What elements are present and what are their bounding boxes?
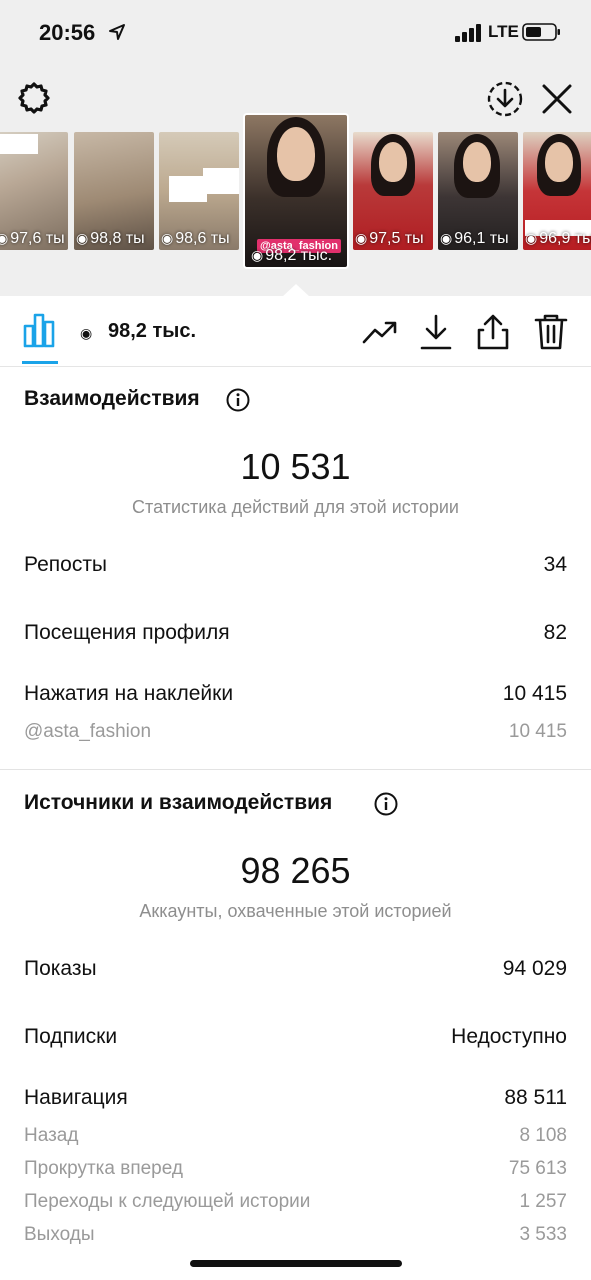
download-icon[interactable] xyxy=(416,312,456,352)
story-thumbnail[interactable]: ◉ 98,6 ты xyxy=(159,132,239,250)
story-thumbnail[interactable]: ◉ 97,6 ты xyxy=(0,132,68,250)
stat-sub-value: 8 108 xyxy=(519,1125,567,1146)
bar-chart-icon[interactable] xyxy=(22,312,58,348)
story-thumbnail[interactable]: ◉ 98,8 ты xyxy=(74,132,154,250)
share-icon[interactable] xyxy=(473,312,513,352)
thumbnail-views: ◉ 98,8 ты xyxy=(76,230,145,247)
tab-underline xyxy=(22,361,58,364)
story-viewer-header: 20:56 LTE ◉ 97,6 ты ◉ 98,8 ты ◉ 98,6 ты … xyxy=(0,0,591,297)
stat-label: Посещения профиля xyxy=(24,621,230,644)
interactions-title: Взаимодействия xyxy=(24,387,200,410)
discovery-total: 98 265 xyxy=(240,850,351,891)
trash-icon[interactable] xyxy=(531,312,571,352)
interactions-caption: Статистика действий для этой истории xyxy=(132,497,459,517)
save-story-icon[interactable] xyxy=(484,78,526,120)
stat-sub-label: Выходы xyxy=(24,1224,95,1245)
story-thumbnail[interactable]: ◉ 96,9 ты xyxy=(523,132,591,250)
eye-icon: ◉ xyxy=(0,230,9,246)
thumbnail-views: ◉ 96,1 ты xyxy=(440,230,509,247)
close-icon[interactable] xyxy=(536,78,578,120)
stat-value: 94 029 xyxy=(502,957,567,980)
stat-sub-value: 1 257 xyxy=(519,1191,567,1212)
stat-value: Недоступно xyxy=(451,1025,567,1048)
stat-sub-value: 3 533 xyxy=(519,1224,567,1245)
eye-icon: ◉ xyxy=(76,230,89,246)
story-thumbnail[interactable]: ◉ 97,5 ты xyxy=(353,132,433,250)
thumbnail-art xyxy=(463,142,491,182)
info-icon[interactable] xyxy=(226,388,250,412)
status-bar: 20:56 LTE xyxy=(0,0,591,64)
thumbnail-banner xyxy=(203,168,239,194)
stat-sub-label: Переходы к следующей истории xyxy=(24,1191,311,1212)
thumbnail-art xyxy=(545,142,573,182)
signal-icon xyxy=(455,24,481,42)
stat-sub-value: 75 613 xyxy=(508,1158,567,1179)
thumbnail-banner xyxy=(169,176,207,202)
eye-icon: ◉ xyxy=(440,230,453,246)
stat-sub-label: @asta_fashion xyxy=(24,721,152,742)
stat-value: 34 xyxy=(543,553,567,576)
stat-sub-label: Назад xyxy=(24,1125,79,1146)
stat-sub-value: 10 415 xyxy=(508,721,567,742)
stat-value: 82 xyxy=(543,621,567,644)
discovery-caption: Аккаунты, охваченные этой историей xyxy=(139,901,452,921)
thumbnail-views: ◉ 98,2 тыс. xyxy=(251,247,333,264)
thumbnail-views: ◉ 97,5 ты xyxy=(355,230,424,247)
thumbnail-banner xyxy=(0,134,38,154)
stat-label: Показы xyxy=(24,957,97,980)
action-bar: ◉ 98,2 тыс. xyxy=(0,296,591,367)
thumbnail-views: ◉ 97,6 ты xyxy=(0,230,65,248)
section-divider xyxy=(0,769,591,770)
location-arrow-icon xyxy=(109,24,125,40)
eye-icon: ◉ xyxy=(355,230,368,246)
stat-value: 88 511 xyxy=(504,1086,567,1109)
interactions-total: 10 531 xyxy=(240,446,351,487)
stat-value: 10 415 xyxy=(502,682,567,705)
home-indicator xyxy=(190,1260,402,1267)
info-icon[interactable] xyxy=(374,792,398,816)
thumbnail-views: ◉ 96,9 ты xyxy=(525,230,591,247)
stat-label: Нажатия на наклейки xyxy=(24,682,234,705)
stat-label: Навигация xyxy=(24,1086,128,1109)
eye-icon: ◉ xyxy=(251,247,264,263)
stat-label: Репосты xyxy=(24,553,108,576)
battery-icon xyxy=(522,23,560,41)
eye-icon: ◉ xyxy=(525,230,538,246)
thumbnail-art xyxy=(379,142,407,182)
stat-label: Подписки xyxy=(24,1025,118,1048)
eye-icon: ◉ xyxy=(161,230,174,246)
status-time: 20:56 xyxy=(39,20,96,45)
trend-icon[interactable] xyxy=(360,312,400,352)
network-type: LTE xyxy=(488,22,519,41)
thumbnail-art xyxy=(277,127,315,181)
discovery-title: Источники и взаимодействия xyxy=(24,791,333,814)
stat-sub-label: Прокрутка вперед xyxy=(24,1158,183,1179)
story-views-count: 98,2 тыс. xyxy=(108,320,197,342)
thumbnail-views: ◉ 98,6 ты xyxy=(161,230,230,247)
story-thumbnail-selected[interactable]: @asta_fashion ◉ 98,2 тыс. xyxy=(245,115,347,267)
gear-icon[interactable] xyxy=(14,78,54,118)
eye-icon: ◉ xyxy=(80,325,93,341)
story-thumbnail[interactable]: ◉ 96,1 ты xyxy=(438,132,518,250)
